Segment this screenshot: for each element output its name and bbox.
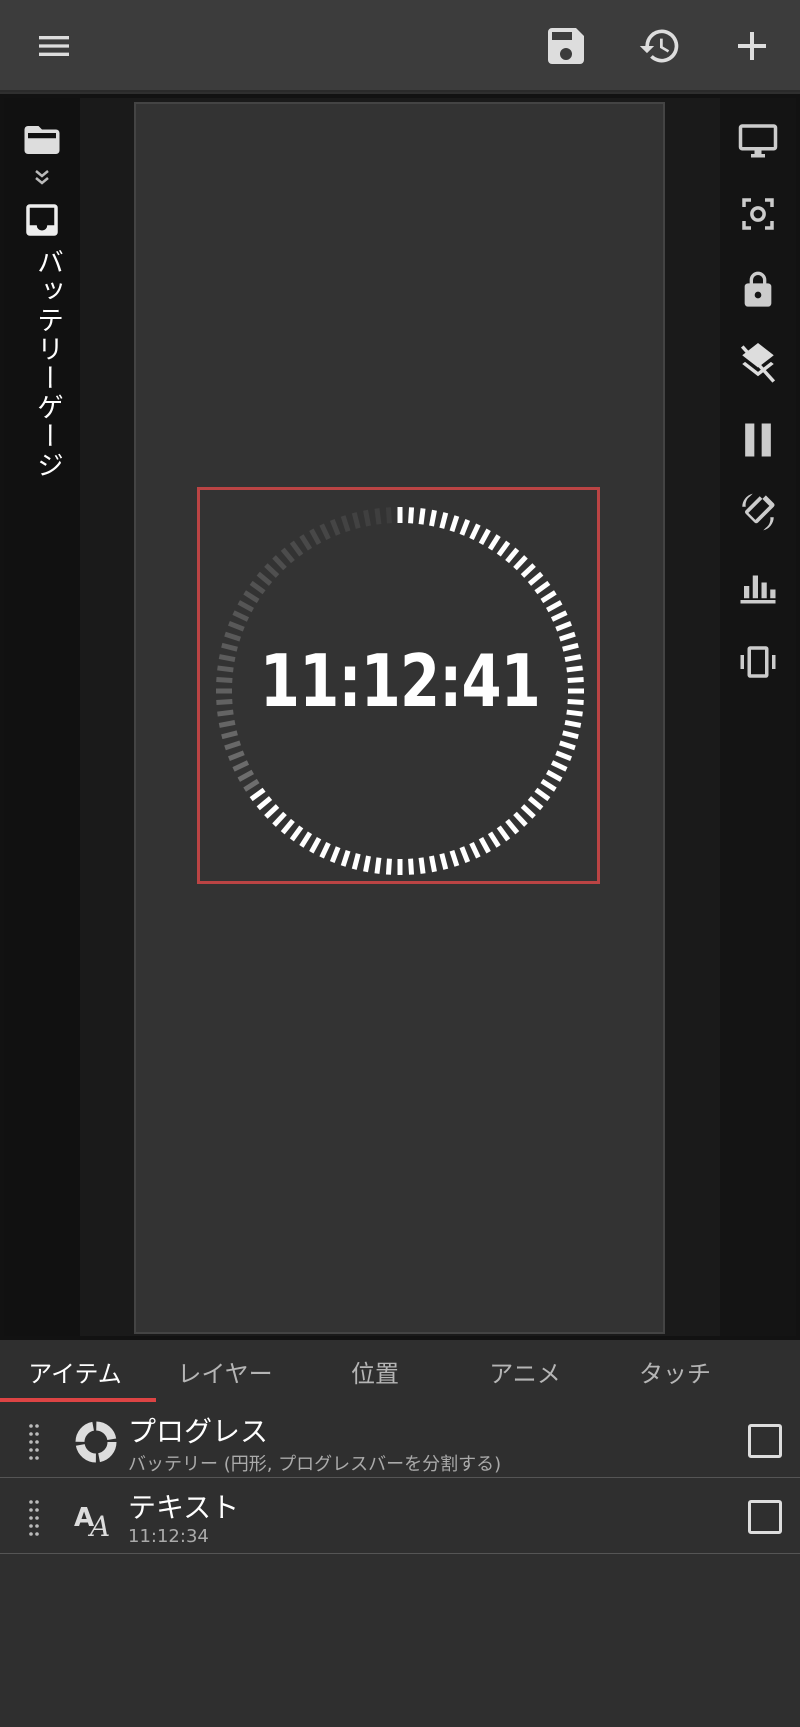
drag-handle-icon[interactable]	[24, 1422, 44, 1462]
list-item[interactable]: プログレス バッテリー (円形, プログレスバーを分割する)	[0, 1402, 800, 1478]
item-subtitle: バッテリー (円形, プログレスバーを分割する)	[128, 1454, 502, 1475]
svg-text:A: A	[87, 1510, 110, 1540]
save-icon	[548, 28, 584, 64]
menu-icon	[39, 36, 69, 56]
history-icon	[639, 29, 679, 63]
selection-frame[interactable]	[197, 487, 600, 884]
item-checkbox[interactable]	[748, 1424, 782, 1458]
progress-ring-icon	[75, 1421, 117, 1463]
text-format-icon: A A	[74, 1503, 110, 1540]
property-tabs: アイテム レイヤー 位置 アニメ タッチ	[0, 1340, 800, 1402]
item-list: プログレス バッテリー (円形, プログレスバーを分割する) A A テキスト …	[0, 1402, 800, 1554]
editor-workspace: バッテリーゲージ 11:12:41	[0, 94, 800, 1340]
tab-position[interactable]: 位置	[300, 1340, 450, 1402]
list-item[interactable]: A A テキスト 11:12:34	[0, 1478, 800, 1554]
tab-items[interactable]: アイテム	[0, 1340, 156, 1402]
add-button[interactable]	[720, 14, 784, 78]
drag-handle-icon[interactable]	[24, 1498, 44, 1538]
item-subtitle: 11:12:34	[128, 1526, 209, 1547]
history-button[interactable]	[628, 14, 692, 78]
top-app-bar	[0, 0, 800, 92]
save-button[interactable]	[534, 14, 598, 78]
item-title: テキスト	[128, 1491, 240, 1524]
item-title: プログレス	[128, 1415, 269, 1448]
tab-touch[interactable]: タッチ	[600, 1340, 750, 1402]
tab-animation[interactable]: アニメ	[450, 1340, 600, 1402]
menu-button[interactable]	[22, 14, 86, 78]
tab-layers[interactable]: レイヤー	[150, 1340, 300, 1402]
item-checkbox[interactable]	[748, 1500, 782, 1534]
add-icon	[738, 32, 766, 60]
